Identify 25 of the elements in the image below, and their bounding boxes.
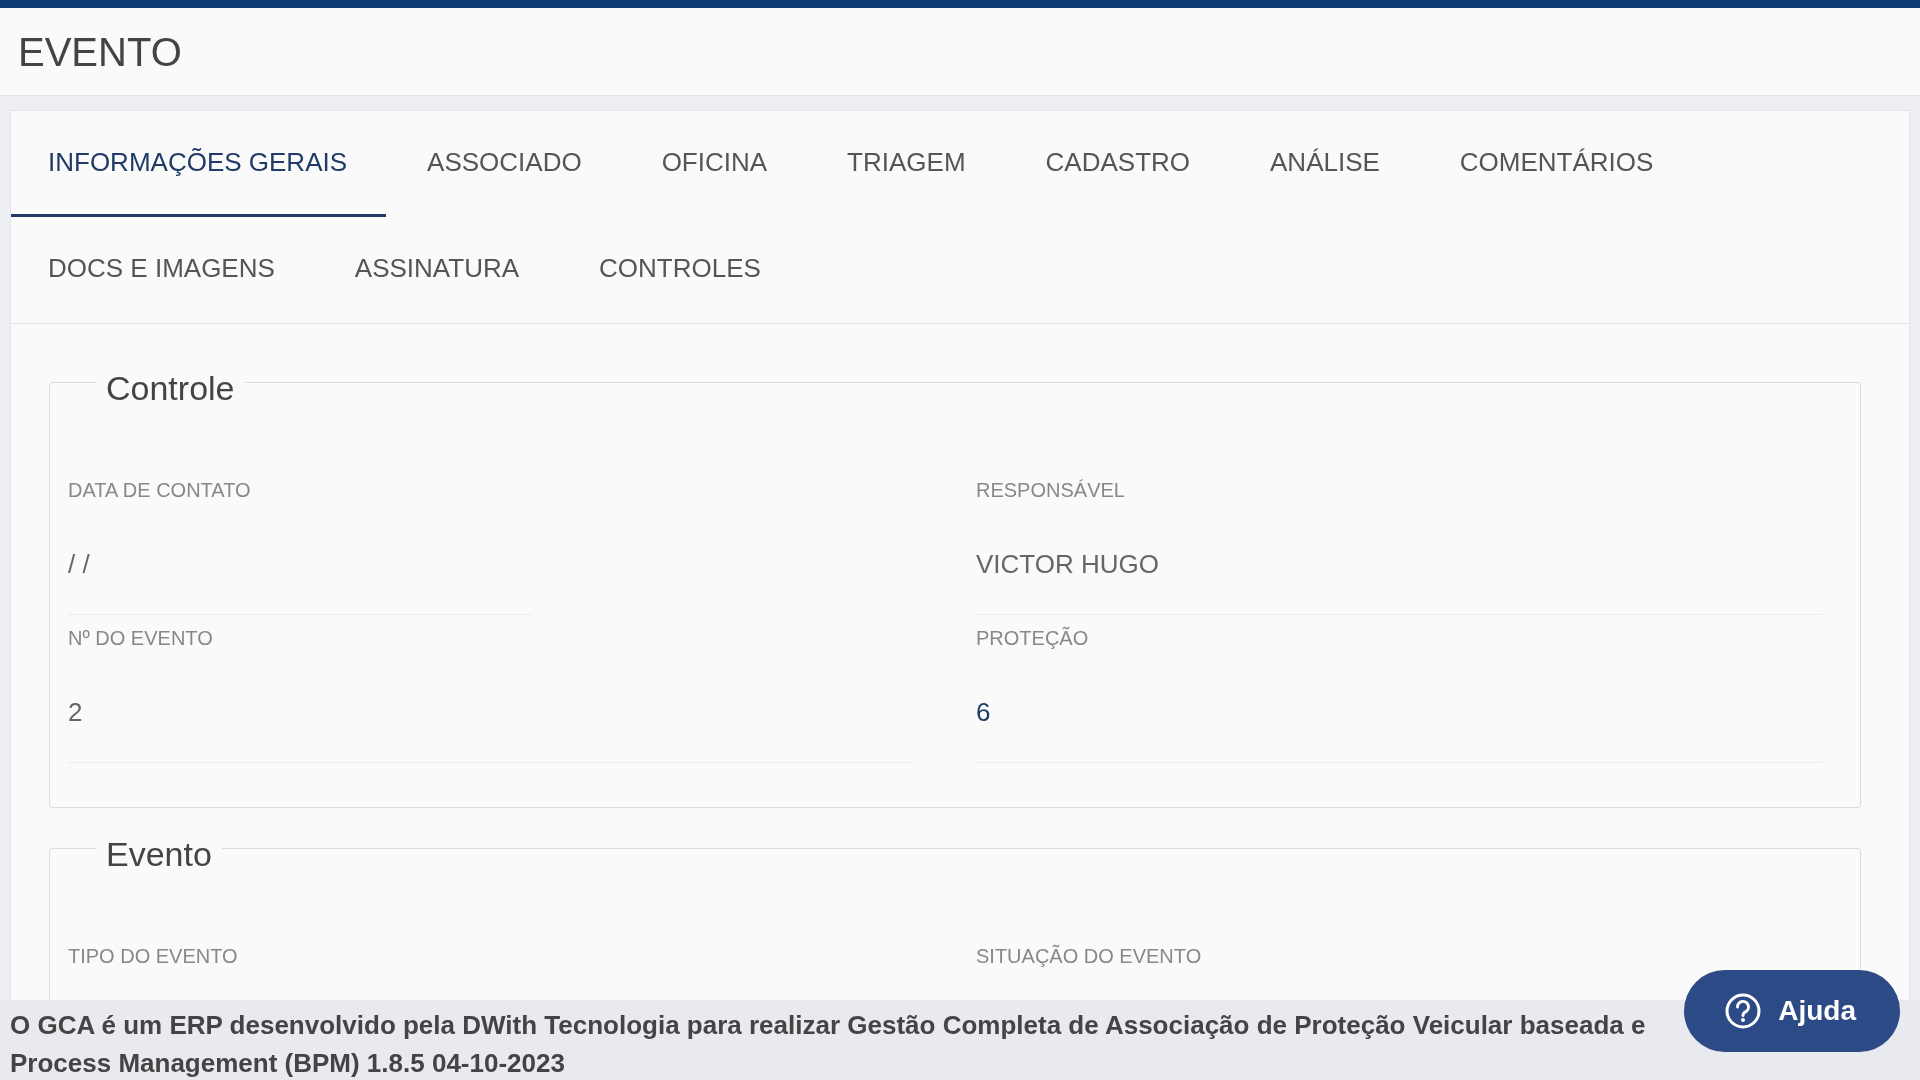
field-value: 2 — [68, 693, 914, 763]
tab[interactable]: CONTROLES — [562, 217, 800, 323]
help-icon — [1724, 992, 1763, 1030]
tab[interactable]: CADASTRO — [1008, 111, 1229, 217]
field-label: PROTEÇÃO — [976, 625, 1089, 651]
tab[interactable]: DOCS E IMAGENS — [11, 217, 314, 323]
field-label: SITUAÇÃO DO EVENTO — [976, 943, 1202, 969]
tab[interactable]: COMENTÁRIOS — [1422, 111, 1693, 217]
field-value: VICTOR HUGO — [976, 545, 1822, 615]
field-label: Nº DO EVENTO — [68, 626, 213, 651]
page-title: EVENTO — [18, 28, 182, 76]
footer-text: Process Management (BPM) 1.8.5 04-10-2023 — [10, 1047, 566, 1080]
field-label: DATA DE CONTATO — [68, 478, 251, 503]
tab[interactable]: ASSINATURA — [317, 217, 559, 323]
tab[interactable]: INFORMAÇÕES GERAIS — [11, 111, 387, 217]
field-value: / / — [68, 545, 534, 615]
footer-text: O GCA é um ERP desenvolvido pela DWith Tecnologia para realizar Gestão Completa de Associação de Proteção Veicular baseada e — [10, 1009, 1647, 1042]
help-button[interactable]: Ajuda — [1684, 970, 1900, 1052]
tab[interactable]: ANÁLISE — [1233, 111, 1419, 217]
field-label: RESPONSÁVEL — [976, 478, 1125, 503]
field-link[interactable]: 6 — [976, 693, 1822, 763]
tab[interactable]: TRIAGEM — [810, 111, 1005, 217]
tab[interactable]: ASSOCIADO — [390, 111, 621, 217]
tab[interactable]: OFICINA — [624, 111, 807, 217]
field-label: TIPO DO EVENTO — [68, 944, 238, 969]
